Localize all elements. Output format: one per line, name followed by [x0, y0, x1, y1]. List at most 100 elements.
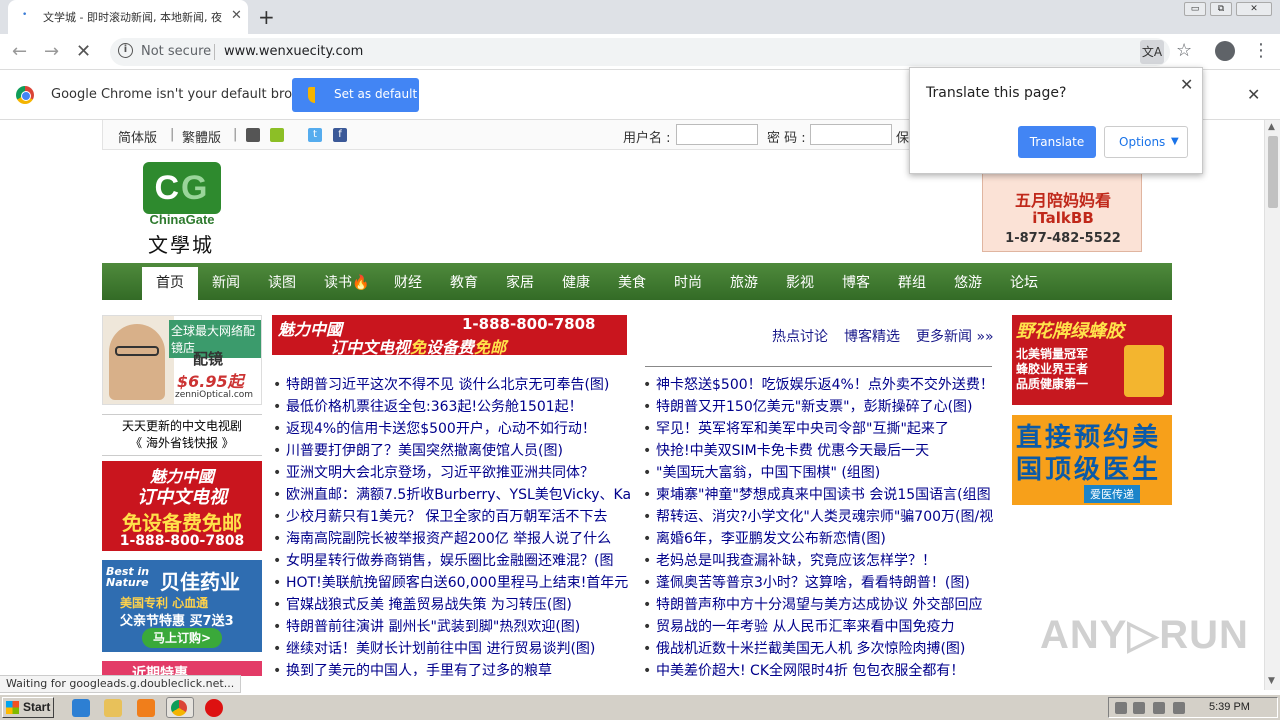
restore-button[interactable]: ⧉ [1210, 2, 1232, 16]
chrome-menu-icon[interactable]: ⋮ [1252, 40, 1270, 61]
news-item[interactable]: 官媒战狼式反美 掩盖贸易战失策 为习转压(图) [273, 595, 633, 615]
media-player-icon[interactable] [137, 699, 155, 717]
chinese-tv-ad-left[interactable]: 魅力中國 订中文电视 免设备费免邮 1-888-800-7808 [102, 461, 262, 551]
start-button[interactable]: Start [2, 697, 54, 718]
news-headline[interactable]: HOT!美联航挽留顾客白送60,000里程马上结束!首年元 [273, 575, 628, 591]
news-headline[interactable]: 海南高院副院长被举报资产超200亿 举报人说了什么 [273, 531, 611, 547]
nav-item-13[interactable]: 群组 [898, 272, 926, 292]
nav-item-15[interactable]: 论坛 [1010, 272, 1038, 292]
info-icon[interactable]: i [118, 43, 133, 58]
profile-avatar-icon[interactable] [1215, 41, 1235, 61]
news-item[interactable]: 返现4%的信用卡送您$500开户，心动不如行动！ [273, 419, 633, 439]
news-item[interactable]: 特朗普声称中方十分渴望与美方达成协议 外交部回应 [643, 595, 1005, 615]
news-headline[interactable]: 帮转运、消灾?小学文化"人类灵魂宗师"骗700万(图/视 [643, 509, 993, 525]
nav-item-9[interactable]: 时尚 [674, 272, 702, 292]
explorer-folder-icon[interactable] [104, 699, 122, 717]
news-item[interactable]: 神卡怒送$500！吃饭娱乐返4%！点外卖不交外送费！ [643, 375, 1005, 395]
more-news-link[interactable]: 更多新闻 »» [916, 326, 994, 346]
twitter-icon[interactable]: t [308, 128, 322, 142]
news-item[interactable]: 贸易战的一年考验 从人民币汇率来看中国免疫力 [643, 617, 1005, 637]
news-headline[interactable]: 换到了美元的中国人，手里有了过多的粮草 [273, 663, 552, 676]
news-headline[interactable]: 少校月薪只有1美元？ 保卫全家的百万朝军活不下去 [273, 509, 607, 525]
news-headline[interactable]: "美国玩大富翁，中国下围棋" (组图) [643, 465, 880, 481]
news-item[interactable]: 海南高院副院长被举报资产超200亿 举报人说了什么 [273, 529, 633, 549]
news-item[interactable]: 帮转运、消灾?小学文化"人类灵魂宗师"骗700万(图/视 [643, 507, 1005, 527]
nav-item-11[interactable]: 影视 [786, 272, 814, 292]
news-item[interactable]: 换到了美元的中国人，手里有了过多的粮草 [273, 661, 633, 676]
bookmark-star-icon[interactable]: ☆ [1176, 40, 1192, 61]
news-headline[interactable]: 继续对话！美财长计划前往中国 进行贸易谈判(图) [273, 641, 595, 657]
nav-item-0[interactable]: 首页 [142, 267, 198, 300]
nav-item-4[interactable]: 财经 [394, 272, 422, 292]
news-item[interactable]: 柬埔寨"神童"梦想成真来中国读书 会说15国语言(组图 [643, 485, 1005, 505]
scroll-up-icon[interactable]: ▲ [1268, 122, 1275, 132]
url-text[interactable]: www.wenxuecity.com [224, 44, 363, 59]
page-scrollbar[interactable]: ▲ ▼ [1264, 120, 1280, 690]
minimize-button[interactable]: ▭ [1184, 2, 1206, 16]
news-headline[interactable]: 蓬佩奥苦等普京3小时？这算啥，看看特朗普！(图) [643, 575, 970, 591]
news-item[interactable]: 欧洲直邮：满额7.5折收Burberry、YSL美包Vicky、Ka [273, 485, 633, 505]
translate-button[interactable]: Translate [1018, 126, 1096, 158]
news-item[interactable]: "美国玩大富翁，中国下围棋" (组图) [643, 463, 1005, 483]
pink-promo-ad[interactable]: 近期特惠 [102, 661, 262, 676]
tab-close-icon[interactable]: ✕ [231, 8, 242, 23]
chinese-tv-banner-ad[interactable]: 魅力中國 1-888-800-7808 订中文电视免设备费免邮 [272, 315, 627, 357]
news-headline[interactable]: 官媒战狼式反美 掩盖贸易战失策 为习转压(图) [273, 597, 572, 613]
news-headline[interactable]: 俄战机近数十米拦截美国无人机 多次惊险肉搏(图) [643, 641, 965, 657]
news-headline[interactable]: 返现4%的信用卡送您$500开户，心动不如行动！ [273, 421, 596, 437]
news-item[interactable]: 继续对话！美财长计划前往中国 进行贸易谈判(图) [273, 639, 633, 659]
propolis-ad[interactable]: 野花牌绿蜂胶 北美销量冠军 蜂胶业界王者 品质健康第一 [1012, 315, 1172, 405]
news-headline[interactable]: 离婚6年，李亚鹏发文公布新恋情(图) [643, 531, 886, 547]
news-headline[interactable]: 老妈总是叫我查漏补缺，究竟应该怎样学？！ [643, 553, 936, 569]
nav-item-3[interactable]: 读书🔥 [324, 272, 369, 292]
news-headline[interactable]: 中美差价超大! CK全网限时4折 包包衣服全都有！ [643, 663, 964, 676]
tv-drama-link[interactable]: 天天更新的中文电视剧 《 海外省钱快报 》 [102, 414, 262, 456]
tv-drama-link-line1[interactable]: 天天更新的中文电视剧 [102, 418, 262, 435]
italkbb-ad[interactable]: 五月陪妈妈看 iTalkBB 1-877-482-5522 [982, 172, 1142, 252]
news-headline[interactable]: 快抢!中美双SIM卡免卡费 优惠今天最后一天 [643, 443, 929, 459]
browser-tab[interactable]: • 文学城 - 即时滚动新闻, 本地新闻, 夜 ✕ [8, 0, 248, 34]
news-headline[interactable]: 贸易战的一年考验 从人民币汇率来看中国免疫力 [643, 619, 954, 635]
stop-loading-icon[interactable]: ✕ [76, 41, 91, 62]
nav-item-5[interactable]: 教育 [450, 272, 478, 292]
ie-icon[interactable] [72, 699, 90, 717]
news-headline[interactable]: 亚洲文明大会北京登场，习近平欲推亚洲共同体？ [273, 465, 594, 481]
translate-close-icon[interactable]: ✕ [1180, 75, 1193, 94]
nav-item-8[interactable]: 美食 [618, 272, 646, 292]
infobar-close-icon[interactable]: ✕ [1247, 85, 1260, 104]
best-in-nature-ad[interactable]: Best in Nature 贝佳药业 美国专利 心血通 父亲节特惠 买7送3 … [102, 560, 262, 652]
flag-icon[interactable] [1173, 702, 1185, 714]
news-item[interactable]: 少校月薪只有1美元？ 保卫全家的百万朝军活不下去 [273, 507, 633, 527]
password-input[interactable] [810, 124, 892, 145]
tray-expand-icon[interactable] [1115, 702, 1127, 714]
facebook-icon[interactable]: f [333, 128, 347, 142]
stop-sign-icon[interactable] [205, 699, 223, 717]
doctor-appointment-ad[interactable]: 直接预约美 国顶级医生 爱医传递 [1012, 415, 1172, 505]
news-headline[interactable]: 特朗普习近平这次不得不见 谈什么北京无可奉告(图) [273, 377, 609, 393]
news-headline[interactable]: 特朗普又开150亿美元"新支票"，彭斯操碎了心(图) [643, 399, 973, 415]
nav-item-7[interactable]: 健康 [562, 272, 590, 292]
news-item[interactable]: 离婚6年，李亚鹏发文公布新恋情(图) [643, 529, 1005, 549]
tv-drama-link-line2[interactable]: 《 海外省钱快报 》 [102, 435, 262, 452]
news-item[interactable]: 俄战机近数十米拦截美国无人机 多次惊险肉搏(图) [643, 639, 1005, 659]
chinagate-logo[interactable]: CG ChinaGate 文學城 [143, 162, 221, 257]
news-headline[interactable]: 柬埔寨"神童"梦想成真来中国读书 会说15国语言(组图 [643, 487, 991, 503]
window-close-button[interactable]: ✕ [1236, 2, 1272, 16]
news-item[interactable]: 最低价格机票往返全包:363起!公务舱1501起！ [273, 397, 633, 417]
news-headline[interactable]: 川普要打伊朗了？美国突然撤离使馆人员(图) [273, 443, 563, 459]
news-headline[interactable]: 特朗普声称中方十分渴望与美方达成协议 外交部回应 [643, 597, 982, 613]
news-item[interactable]: 快抢!中美双SIM卡免卡费 优惠今天最后一天 [643, 441, 1005, 461]
news-headline[interactable]: 神卡怒送$500！吃饭娱乐返4%！点外卖不交外送费！ [643, 377, 994, 393]
scroll-thumb[interactable] [1268, 136, 1278, 208]
news-item[interactable]: 川普要打伊朗了？美国突然撤离使馆人员(图) [273, 441, 633, 461]
hot-discussion-link[interactable]: 热点讨论 [772, 326, 828, 346]
translate-options-button[interactable]: Options ▼ [1104, 126, 1188, 158]
scroll-down-icon[interactable]: ▼ [1268, 676, 1275, 686]
news-item[interactable]: 特朗普习近平这次不得不见 谈什么北京无可奉告(图) [273, 375, 633, 395]
address-bar[interactable]: i Not secure www.wenxuecity.com 文A ☆ [110, 38, 1192, 66]
news-headline[interactable]: 女明星转行做券商销售，娱乐圈比金融圈还难混？(图 [273, 553, 613, 569]
nav-item-1[interactable]: 新闻 [212, 272, 240, 292]
news-item[interactable]: 女明星转行做券商销售，娱乐圈比金融圈还难混？(图 [273, 551, 633, 571]
zenni-optical-ad[interactable]: 全球最大网络配镜店 配镜 $6.95起 zenniOptical.com [102, 315, 262, 405]
back-arrow-icon[interactable]: ← [12, 41, 27, 62]
